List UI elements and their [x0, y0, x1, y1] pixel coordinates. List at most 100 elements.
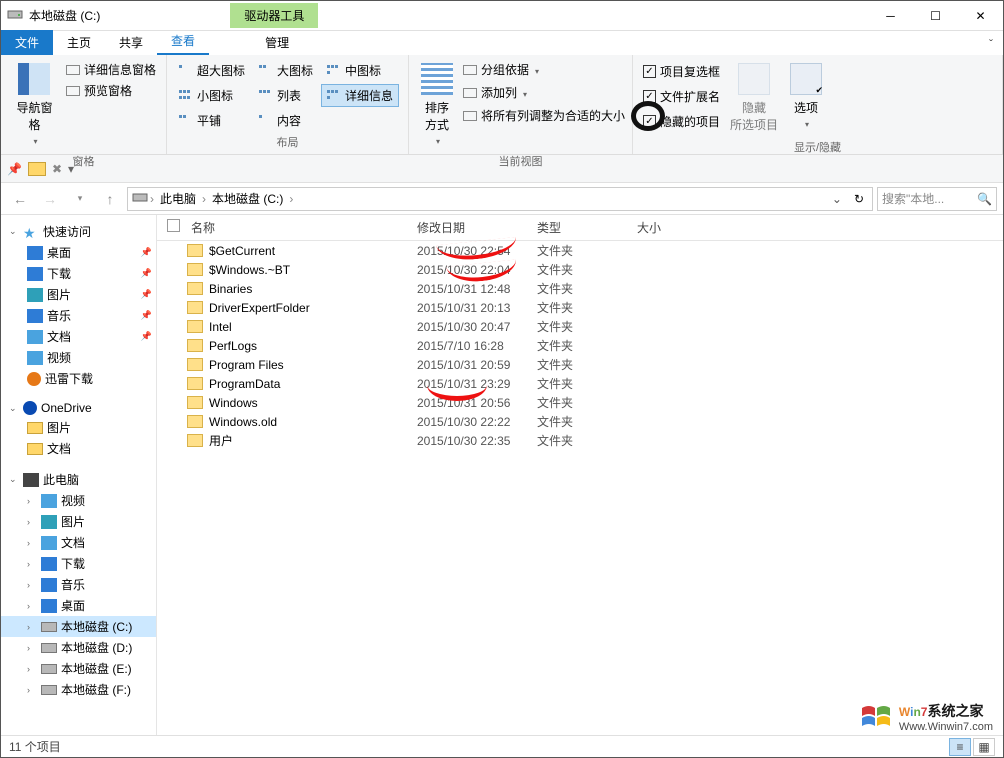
close-button[interactable]: ✕ — [958, 1, 1003, 31]
address-dropdown-button[interactable]: ⌄ — [826, 192, 848, 206]
tree-disk-c[interactable]: ›本地磁盘 (C:) — [1, 616, 156, 637]
file-date: 2015/7/10 16:28 — [417, 339, 537, 353]
folder-icon — [187, 263, 203, 276]
tree-pc-videos[interactable]: ›视频 — [1, 490, 156, 511]
size-columns-button[interactable]: 将所有列调整为合适的大小 — [463, 107, 625, 124]
file-date: 2015/10/31 20:56 — [417, 396, 537, 410]
details-view-button[interactable]: ≡ — [949, 738, 971, 756]
layout-medium[interactable]: 中图标 — [321, 59, 399, 82]
file-row[interactable]: DriverExpertFolder 2015/10/31 20:13 文件夹 — [157, 298, 1003, 317]
column-name[interactable]: 名称 — [187, 219, 417, 236]
tree-onedrive[interactable]: ⌄OneDrive — [1, 399, 156, 417]
file-row[interactable]: $GetCurrent 2015/10/30 22:54 文件夹 — [157, 241, 1003, 260]
tree-disk-d[interactable]: ›本地磁盘 (D:) — [1, 637, 156, 658]
refresh-button[interactable]: ↻ — [850, 192, 868, 206]
navigation-pane-button[interactable]: 导航窗格 — [7, 59, 62, 151]
tree-this-pc[interactable]: ⌄此电脑 — [1, 469, 156, 490]
chevron-right-icon[interactable]: › — [150, 192, 154, 206]
search-icon: 🔍 — [977, 192, 992, 206]
contextual-tab-label: 驱动器工具 — [230, 3, 318, 28]
maximize-button[interactable]: ☐ — [913, 1, 958, 31]
column-size[interactable]: 大小 — [637, 219, 717, 236]
tree-documents[interactable]: 文档📌 — [1, 326, 156, 347]
file-row[interactable]: 用户 2015/10/30 22:35 文件夹 — [157, 431, 1003, 450]
layout-list[interactable]: 列表 — [253, 84, 319, 107]
tree-pc-desktop[interactable]: ›桌面 — [1, 595, 156, 616]
file-row[interactable]: $Windows.~BT 2015/10/30 22:04 文件夹 — [157, 260, 1003, 279]
file-type: 文件夹 — [537, 242, 637, 259]
file-row[interactable]: Binaries 2015/10/31 12:48 文件夹 — [157, 279, 1003, 298]
address-bar[interactable]: › 此电脑 › 本地磁盘 (C:) › ⌄ ↻ — [127, 187, 873, 211]
file-row[interactable]: PerfLogs 2015/7/10 16:28 文件夹 — [157, 336, 1003, 355]
folder-icon[interactable] — [28, 162, 46, 176]
options-button[interactable]: ✔ 选项 — [784, 59, 828, 137]
title-bar: 本地磁盘 (C:) 驱动器工具 ─ ☐ ✕ — [1, 1, 1003, 31]
pin-icon: 📌 — [141, 331, 152, 342]
forward-button[interactable]: → — [37, 186, 63, 212]
add-columns-button[interactable]: 添加列 — [463, 84, 625, 101]
layout-xlarge[interactable]: 超大图标 — [173, 59, 251, 82]
collapse-ribbon-button[interactable]: ˇ — [979, 33, 1003, 55]
hide-selected-button[interactable]: 隐藏 所选项目 — [724, 59, 784, 137]
dropdown-icon — [803, 116, 809, 130]
showhide-group-label: 显示/隐藏 — [639, 137, 996, 157]
column-headers: 名称 修改日期 类型 大小 — [157, 215, 1003, 241]
tree-onedrive-pictures[interactable]: 图片 — [1, 417, 156, 438]
column-date[interactable]: 修改日期 — [417, 219, 537, 236]
tab-manage[interactable]: 管理 — [251, 30, 303, 55]
file-row[interactable]: ProgramData 2015/10/31 23:29 文件夹 — [157, 374, 1003, 393]
column-type[interactable]: 类型 — [537, 219, 637, 236]
file-list[interactable]: 名称 修改日期 类型 大小 $GetCurrent 2015/10/30 22:… — [157, 215, 1003, 735]
tree-pictures[interactable]: 图片📌 — [1, 284, 156, 305]
back-button[interactable]: ← — [7, 186, 33, 212]
details-pane-button[interactable]: 详细信息窗格 — [66, 61, 156, 78]
tree-desktop[interactable]: 桌面📌 — [1, 242, 156, 263]
sort-by-button[interactable]: 排序方式 — [415, 59, 459, 151]
tab-view[interactable]: 查看 — [157, 28, 209, 55]
recent-locations-button[interactable]: ▾ — [67, 186, 93, 212]
tree-xunlei[interactable]: 迅雷下载 — [1, 368, 156, 389]
select-all-checkbox[interactable] — [167, 219, 180, 232]
thumbnails-view-button[interactable]: ▦ — [973, 738, 995, 756]
tree-disk-e[interactable]: ›本地磁盘 (E:) — [1, 658, 156, 679]
chevron-right-icon[interactable]: › — [289, 192, 293, 206]
tree-onedrive-documents[interactable]: 文档 — [1, 438, 156, 459]
minimize-button[interactable]: ─ — [868, 1, 913, 31]
layout-large[interactable]: 大图标 — [253, 59, 319, 82]
tree-disk-f[interactable]: ›本地磁盘 (F:) — [1, 679, 156, 700]
tree-quick-access[interactable]: ⌄★快速访问 — [1, 221, 156, 242]
layout-details[interactable]: 详细信息 — [321, 84, 399, 107]
tree-downloads[interactable]: 下载📌 — [1, 263, 156, 284]
tree-music[interactable]: 音乐📌 — [1, 305, 156, 326]
file-name: DriverExpertFolder — [209, 301, 417, 315]
layout-content[interactable]: 内容 — [253, 109, 319, 132]
tree-pc-downloads[interactable]: ›下载 — [1, 553, 156, 574]
watermark-url: Www.Winwin7.com — [899, 721, 993, 733]
breadcrumb-drive[interactable]: 本地磁盘 (C:) — [208, 190, 287, 207]
tab-file[interactable]: 文件 — [1, 30, 53, 55]
file-type: 文件夹 — [537, 413, 637, 430]
chevron-down-icon[interactable]: ▾ — [68, 162, 74, 176]
file-type: 文件夹 — [537, 280, 637, 297]
tree-pc-music[interactable]: ›音乐 — [1, 574, 156, 595]
tree-pc-pictures[interactable]: ›图片 — [1, 511, 156, 532]
layout-small[interactable]: 小图标 — [173, 84, 251, 107]
file-row[interactable]: Program Files 2015/10/31 20:59 文件夹 — [157, 355, 1003, 374]
tab-home[interactable]: 主页 — [53, 30, 105, 55]
preview-pane-button[interactable]: 预览窗格 — [66, 82, 156, 99]
file-row[interactable]: Windows 2015/10/31 20:56 文件夹 — [157, 393, 1003, 412]
group-by-button[interactable]: 分组依据 — [463, 61, 625, 78]
navigation-tree[interactable]: ⌄★快速访问 桌面📌 下载📌 图片📌 音乐📌 文档📌 视频 迅雷下载 ⌄OneD… — [1, 215, 157, 735]
file-name: ProgramData — [209, 377, 417, 391]
layout-tiles[interactable]: 平铺 — [173, 109, 251, 132]
item-checkboxes-toggle[interactable]: 项目复选框 — [643, 63, 720, 80]
tab-share[interactable]: 共享 — [105, 30, 157, 55]
tree-pc-documents[interactable]: ›文档 — [1, 532, 156, 553]
file-row[interactable]: Windows.old 2015/10/30 22:22 文件夹 — [157, 412, 1003, 431]
search-input[interactable]: 搜索"本地... 🔍 — [877, 187, 997, 211]
file-row[interactable]: Intel 2015/10/30 20:47 文件夹 — [157, 317, 1003, 336]
up-button[interactable]: ↑ — [97, 186, 123, 212]
breadcrumb-thispc[interactable]: 此电脑 — [156, 190, 200, 207]
chevron-right-icon[interactable]: › — [202, 192, 206, 206]
tree-videos[interactable]: 视频 — [1, 347, 156, 368]
